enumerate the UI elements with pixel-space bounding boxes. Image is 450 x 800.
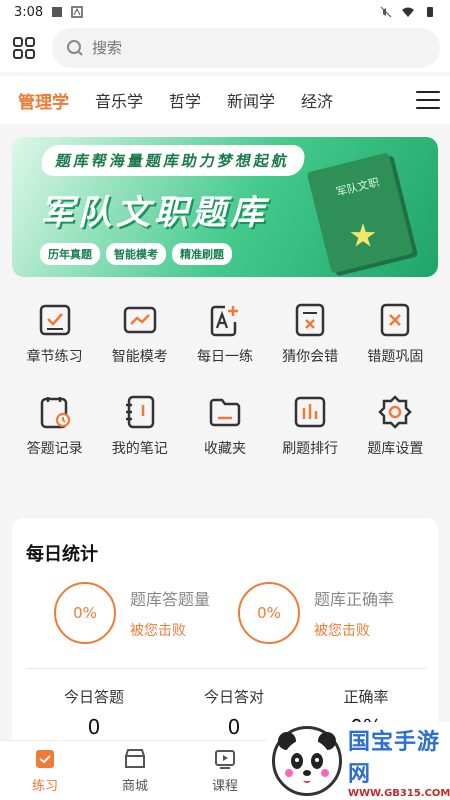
menu-label: 题库设置: [367, 441, 424, 457]
panda-icon: [278, 732, 336, 787]
accuracy-sub: 被您击败: [314, 623, 370, 639]
nav-practice[interactable]: 练习: [0, 741, 90, 800]
search-input[interactable]: [92, 39, 292, 57]
stats-heading: 每日统计: [26, 544, 98, 565]
daily-stats-card: 每日统计 0% 题库答题量 被您击败 0% 题库正确率 被您击败 今日答题 0 …: [12, 518, 438, 748]
menu-wrong-review[interactable]: 错题巩固: [353, 302, 438, 366]
menu-label: 收藏夹: [203, 441, 246, 457]
nav-store[interactable]: 商城: [90, 741, 180, 800]
nav-label: 练习: [31, 779, 58, 794]
mute-icon: [380, 6, 392, 18]
menu-smart-mock[interactable]: 智能模考: [97, 302, 182, 366]
hamburger-menu-icon[interactable]: [416, 88, 440, 112]
menu-ranking[interactable]: 刷题排行: [268, 394, 353, 458]
tab-journalism[interactable]: 新闻学: [227, 88, 275, 112]
menu-label: 智能模考: [111, 349, 168, 365]
menu-label: 我的笔记: [111, 441, 168, 457]
notebook-icon: [125, 395, 155, 429]
tab-economics[interactable]: 经济: [301, 88, 333, 112]
tabs-fade: [370, 76, 410, 124]
checklist-icon: [39, 304, 70, 336]
menu-guess-wrong[interactable]: 猜你会错: [268, 302, 353, 366]
battery-icon: [427, 7, 433, 17]
menu-label: 猜你会错: [282, 349, 339, 365]
bar-chart-icon: [294, 396, 326, 428]
menu-label: 章节练习: [26, 349, 83, 365]
menu-label: 错题巩固: [367, 349, 424, 365]
image-notification-icon: [52, 7, 63, 17]
promo-banner[interactable]: 题库帮海量题库助力梦想起航 军队文职题库 历年真题 智能模考 精准刷题 军队文职: [12, 137, 438, 277]
banner-title: 军队文职题库: [40, 193, 268, 233]
answer-count-stat: 0% 题库答题量 被您击败: [54, 582, 210, 644]
feature-menu: 章节练习 智能模考 每日一练 猜你会错 错题巩固 答题记录 我的笔记 收藏夹 刷…: [0, 290, 450, 506]
nav-label: 商城: [121, 779, 148, 794]
panda-logo: [272, 726, 342, 796]
error-book-icon: [381, 303, 410, 337]
nav-label: 课程: [211, 779, 238, 794]
document-x-icon: [295, 303, 325, 337]
tab-management[interactable]: 管理学: [18, 88, 69, 113]
site-watermark: 国宝手游网 WWW.GB315.COM: [268, 722, 450, 800]
status-bar: 3:08: [0, 0, 450, 24]
tab-music[interactable]: 音乐学: [95, 88, 143, 112]
stats-divider: [26, 668, 426, 669]
status-time: 3:08: [14, 4, 44, 20]
accuracy-stat: 0% 题库正确率 被您击败: [238, 582, 394, 644]
today-value: 0: [87, 715, 101, 739]
banner-chip: 智能模考: [106, 243, 166, 265]
search-row: [0, 24, 450, 72]
settings-flower-icon: [378, 395, 413, 429]
accuracy-title: 题库正确率: [314, 590, 395, 609]
today-answered: 今日答题 0: [24, 686, 164, 739]
grade-plus-icon: [210, 305, 238, 337]
tab-philosophy[interactable]: 哲学: [169, 88, 201, 112]
practice-icon: [36, 750, 54, 768]
subject-tabs: 管理学 音乐学 哲学 新闻学 经济: [0, 76, 450, 124]
watermark-brand: 国宝手游网: [348, 729, 441, 787]
app-notification-icon: [71, 6, 83, 18]
wifi-icon: [402, 7, 414, 17]
accuracy-ring: 0%: [238, 582, 300, 644]
answer-count-sub: 被您击败: [130, 623, 186, 639]
menu-daily-practice[interactable]: 每日一练: [182, 302, 267, 366]
menu-answer-record[interactable]: 答题记录: [12, 394, 97, 458]
chart-icon: [123, 306, 157, 334]
menu-label: 答题记录: [26, 441, 83, 457]
today-label: 正确率: [343, 688, 389, 706]
watermark-url: WWW.GB315.COM: [348, 787, 450, 799]
menu-chapter-practice[interactable]: 章节练习: [12, 302, 97, 366]
video-course-icon: [215, 750, 235, 769]
search-icon: [67, 40, 83, 56]
store-icon: [125, 749, 145, 768]
banner-chip: 历年真题: [40, 243, 100, 265]
answer-count-title: 题库答题量: [130, 590, 211, 609]
menu-bank-settings[interactable]: 题库设置: [353, 394, 438, 458]
folder-icon: [209, 398, 241, 427]
category-grid-button[interactable]: [10, 34, 38, 62]
menu-favorites[interactable]: 收藏夹: [182, 394, 267, 458]
book-illustration: 军队文职: [306, 152, 414, 274]
menu-my-notes[interactable]: 我的笔记: [97, 394, 182, 458]
menu-label: 每日一练: [196, 349, 253, 365]
banner-subtitle: 题库帮海量题库助力梦想起航: [39, 145, 307, 176]
answer-count-ring: 0%: [54, 582, 116, 644]
clipboard-clock-icon: [40, 397, 70, 429]
grid-icon: [13, 37, 35, 59]
book-label: 军队文职: [334, 175, 381, 199]
banner-chip: 精准刷题: [172, 243, 232, 265]
menu-label: 刷题排行: [282, 441, 339, 457]
today-label: 今日答对: [203, 688, 264, 706]
today-label: 今日答题: [63, 688, 124, 706]
banner-chips: 历年真题 智能模考 精准刷题: [40, 243, 232, 265]
search-box[interactable]: [52, 28, 440, 68]
nav-courses[interactable]: 课程: [180, 741, 270, 800]
